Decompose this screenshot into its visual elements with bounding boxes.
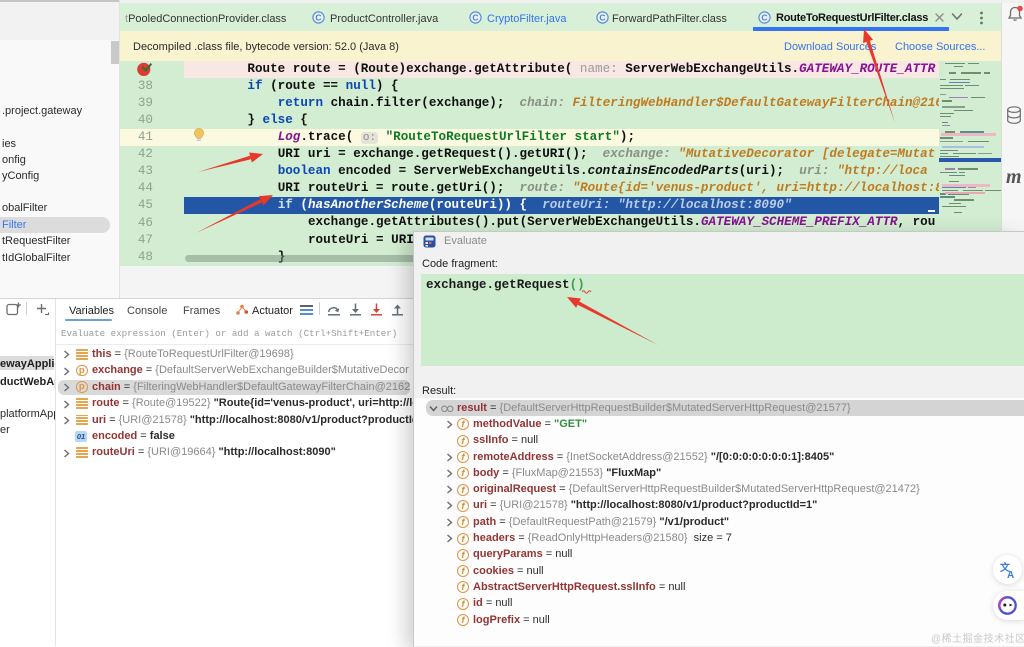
svg-text:C: C <box>472 13 478 23</box>
svg-text:C: C <box>761 13 767 23</box>
svg-text:C: C <box>599 13 605 23</box>
svg-text:A: A <box>1007 570 1014 579</box>
svg-text:C: C <box>315 13 321 23</box>
